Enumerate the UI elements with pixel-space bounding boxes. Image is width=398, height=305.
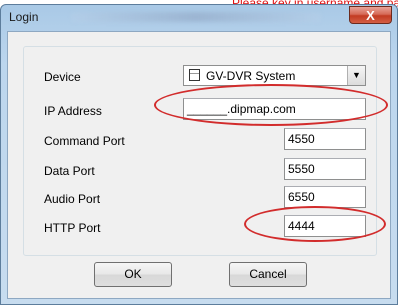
chevron-down-icon[interactable]: ▼	[347, 66, 365, 85]
cancel-button[interactable]: Cancel	[229, 262, 307, 287]
command-port-input[interactable]: 4550	[284, 128, 366, 150]
dvr-device-icon	[189, 69, 200, 81]
data-port-input[interactable]: 5550	[284, 158, 366, 180]
http-port-input[interactable]: 4444	[284, 215, 366, 237]
http-port-label: HTTP Port	[44, 221, 101, 235]
device-select-value: GV-DVR System	[206, 69, 296, 83]
dialog-body: Device GV-DVR System ▼ IP Address ______…	[7, 31, 391, 299]
ip-address-input[interactable]: ______.dipmap.com	[183, 98, 366, 120]
window-title: Login	[9, 10, 39, 24]
login-window: Login X Device GV-DVR System ▼ IP Addres…	[0, 4, 398, 305]
close-button[interactable]: X	[349, 6, 392, 24]
device-select[interactable]: GV-DVR System ▼	[183, 65, 366, 86]
data-port-label: Data Port	[44, 164, 95, 178]
close-icon: X	[366, 8, 375, 23]
title-hint-blurred	[71, 12, 321, 22]
command-port-label: Command Port	[44, 134, 125, 148]
ok-button[interactable]: OK	[94, 262, 172, 287]
title-bar[interactable]: Login X	[1, 5, 397, 31]
device-label: Device	[44, 70, 81, 84]
audio-port-label: Audio Port	[44, 192, 101, 206]
ip-address-label: IP Address	[44, 104, 102, 118]
audio-port-input[interactable]: 6550	[284, 186, 366, 208]
